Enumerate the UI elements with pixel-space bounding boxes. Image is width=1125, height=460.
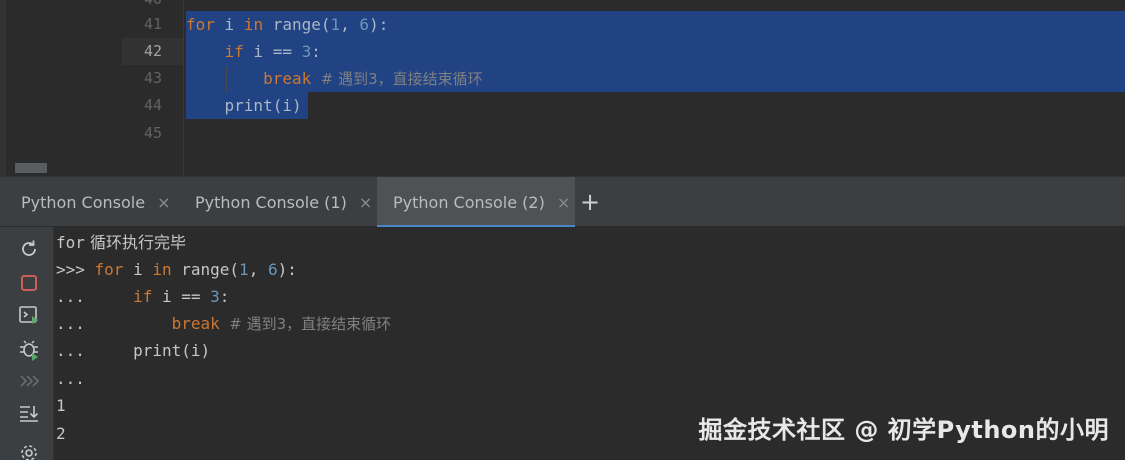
stop-icon[interactable] [17, 271, 41, 295]
code-line-42[interactable]: if i == 3: [186, 38, 321, 65]
code-comment: # 遇到3，直接结束循环 [311, 70, 483, 88]
line-number: 44 [143, 96, 162, 114]
add-tab-icon[interactable]: + [578, 187, 602, 217]
number-literal: 3 [210, 287, 220, 306]
keyword: in [243, 15, 264, 34]
code-text: print(i) [186, 96, 302, 115]
console-output-line: for 循环执行完毕 [56, 229, 186, 256]
prompt: ... [56, 314, 172, 333]
tab-label: Python Console (2) [393, 192, 545, 212]
code-line-43[interactable]: break # 遇到3，直接结束循环 [186, 65, 483, 92]
close-icon[interactable]: × [157, 193, 170, 212]
code-comment: # 遇到3，直接结束循环 [219, 315, 392, 333]
tab-label: Python Console [21, 192, 146, 212]
code-line-41[interactable]: for i in range(1, 6): [186, 11, 388, 38]
code-text: i [214, 15, 244, 34]
tab-python-console-1[interactable]: Python Console (1) × [179, 177, 377, 227]
number-literal: 6 [267, 260, 278, 279]
line-number: 45 [143, 124, 162, 142]
number-literal: 6 [359, 15, 370, 34]
debug-icon[interactable] [17, 337, 41, 361]
code-line-44[interactable]: print(i) [186, 92, 302, 119]
code-text: print(i) [133, 341, 211, 360]
console-icon[interactable] [17, 303, 41, 327]
tab-python-console-2[interactable]: Python Console (2) × [377, 177, 575, 228]
console-input-line: >>> for i in range(1, 6): [56, 256, 297, 283]
prompt: >>> [56, 260, 95, 279]
number-literal: 3 [301, 42, 312, 61]
console-output-line: 2 [56, 420, 66, 447]
console-toolbar [0, 227, 54, 460]
code-text: : [219, 287, 230, 306]
code-editor[interactable]: 40 41 42 43 44 45 for i in range(1, 6): … [0, 0, 1125, 176]
watermark: 掘金技术社区 @ 初学Python的小明 [698, 416, 1109, 444]
prompt: ... [56, 341, 134, 360]
line-number-gutter: 40 41 42 43 44 45 [122, 0, 184, 176]
keyword: if [133, 287, 153, 306]
prompt: ... [56, 369, 85, 388]
number-literal: 1 [330, 15, 341, 34]
keyword: if [224, 42, 244, 61]
double-chevron-icon[interactable] [17, 369, 41, 393]
code-text: : [311, 42, 321, 61]
keyword: break [171, 314, 220, 333]
console-input-line: ... break # 遇到3，直接结束循环 [56, 310, 391, 337]
code-text: i [123, 260, 153, 279]
number-literal: 1 [239, 260, 249, 279]
line-number: 43 [143, 69, 162, 87]
code-text: , [340, 15, 360, 34]
code-text: for [56, 233, 85, 252]
code-text: i == [152, 287, 211, 306]
console-input-line: ... print(i) [56, 337, 210, 364]
code-text: i == [243, 42, 302, 61]
output-value: 2 [56, 424, 66, 443]
console-tab-bar: Python Console × Python Console (1) × Py… [0, 176, 1125, 228]
rerun-icon[interactable] [17, 237, 41, 261]
editor-side-strip [0, 0, 6, 176]
keyword: break [263, 69, 312, 88]
code-text: ): [277, 260, 297, 279]
keyword: for [94, 260, 124, 279]
close-icon[interactable]: × [557, 193, 570, 212]
prompt: ... [56, 287, 134, 306]
line-number: 42 [143, 42, 162, 60]
horizontal-scrollbar[interactable] [15, 163, 47, 173]
code-text: range( [171, 260, 240, 279]
console-input-line: ... [56, 365, 85, 392]
keyword: in [152, 260, 172, 279]
keyword: for [186, 15, 215, 34]
line-number: 41 [143, 15, 162, 33]
output-value: 1 [56, 396, 66, 415]
tab-python-console[interactable]: Python Console × [0, 177, 179, 227]
settings-icon[interactable] [17, 441, 41, 460]
code-text: range( [263, 15, 331, 34]
console-input-line: ... if i == 3: [56, 283, 229, 310]
scroll-to-end-icon[interactable] [17, 401, 41, 425]
code-text: , [248, 260, 268, 279]
code-text: 循环执行完毕 [84, 233, 186, 252]
code-text: ): [369, 15, 389, 34]
tab-label: Python Console (1) [195, 192, 347, 212]
console-output-line: 1 [56, 392, 66, 419]
close-icon[interactable]: × [359, 193, 372, 212]
